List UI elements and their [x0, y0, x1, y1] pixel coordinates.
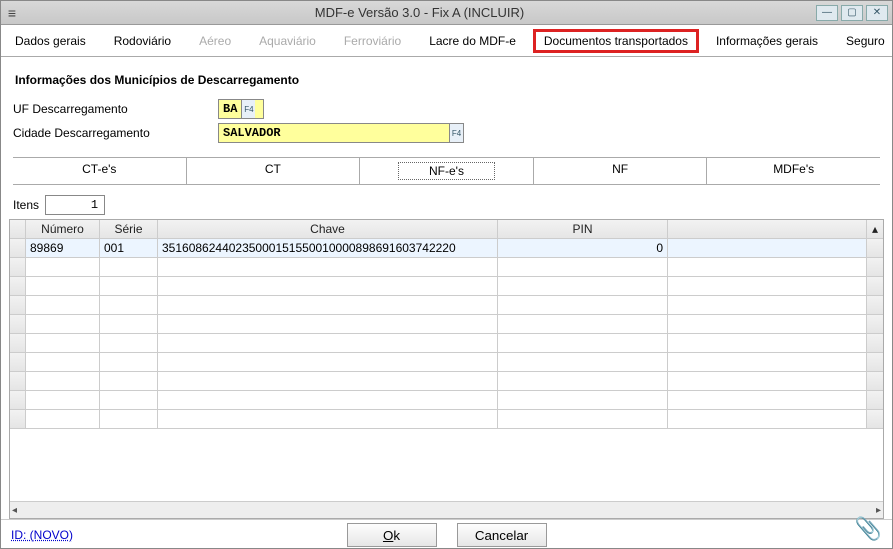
- cell-serie: 001: [100, 239, 158, 258]
- tab-documentos-transportados[interactable]: Documentos transportados: [533, 29, 699, 53]
- maximize-button[interactable]: ▢: [841, 5, 863, 21]
- scroll-right-icon[interactable]: ▸: [876, 505, 881, 516]
- titlebar: ≡ MDF-e Versão 3.0 - Fix A (INCLUIR) — ▢…: [1, 1, 892, 25]
- close-button[interactable]: ✕: [866, 5, 888, 21]
- tab-rodoviario[interactable]: Rodoviário: [103, 29, 182, 53]
- lookup-icon[interactable]: F4: [449, 124, 463, 142]
- tab-aereo: Aéreo: [188, 29, 242, 53]
- cancel-button[interactable]: Cancelar: [457, 523, 547, 547]
- grid: Número Série Chave PIN ▴ 89869 001 35160…: [9, 219, 884, 519]
- tab-ferroviario: Ferroviário: [333, 29, 412, 53]
- subtab-nfes[interactable]: NF-e's: [359, 158, 533, 184]
- col-blank: [668, 220, 867, 239]
- horizontal-scrollbar[interactable]: ◂ ▸: [10, 501, 883, 518]
- content-area: Informações dos Municípios de Descarrega…: [1, 57, 892, 189]
- tab-lacre[interactable]: Lacre do MDF-e: [418, 29, 527, 53]
- col-rowhead: [10, 220, 26, 239]
- lookup-icon[interactable]: F4: [241, 100, 255, 118]
- cell-numero: 89869: [26, 239, 100, 258]
- items-count[interactable]: 1: [45, 195, 105, 215]
- row-uf: UF Descarregamento BA F4: [13, 99, 880, 119]
- attachment-icon[interactable]: 📎: [855, 516, 882, 542]
- col-numero[interactable]: Número: [26, 220, 100, 239]
- cell-pin: 0: [498, 239, 668, 258]
- ok-button[interactable]: Ok: [347, 523, 437, 547]
- value-cidade: SALVADOR: [219, 126, 449, 140]
- menu-icon[interactable]: ≡: [1, 5, 23, 21]
- label-cidade: Cidade Descarregamento: [13, 126, 218, 140]
- scroll-up-icon[interactable]: ▴: [867, 220, 883, 239]
- minimize-button[interactable]: —: [816, 5, 838, 21]
- value-uf: BA: [219, 102, 241, 116]
- window-title: MDF-e Versão 3.0 - Fix A (INCLUIR): [23, 5, 816, 20]
- footer: ID: (NOVO) Ok Cancelar 📎: [1, 519, 892, 548]
- table-row[interactable]: 89869 001 351608624402350001515500100008…: [10, 239, 883, 258]
- field-uf[interactable]: BA F4: [218, 99, 264, 119]
- label-uf: UF Descarregamento: [13, 102, 218, 116]
- grid-body: 89869 001 351608624402350001515500100008…: [10, 239, 883, 501]
- window-buttons: — ▢ ✕: [816, 5, 892, 21]
- scroll-left-icon[interactable]: ◂: [12, 505, 17, 516]
- cell-chave: 3516086244023500015155001000089869160374…: [158, 239, 498, 258]
- tab-informacoes-gerais[interactable]: Informações gerais: [705, 29, 829, 53]
- col-serie[interactable]: Série: [100, 220, 158, 239]
- subtab-mdfes[interactable]: MDFe's: [706, 158, 880, 184]
- items-row: Itens 1: [1, 189, 892, 219]
- col-chave[interactable]: Chave: [158, 220, 498, 239]
- field-cidade[interactable]: SALVADOR F4: [218, 123, 464, 143]
- sub-tabs: CT-e's CT NF-e's NF MDFe's: [13, 157, 880, 185]
- main-tabs: Dados gerais Rodoviário Aéreo Aquaviário…: [1, 25, 892, 57]
- row-cidade: Cidade Descarregamento SALVADOR F4: [13, 123, 880, 143]
- subtab-ctes[interactable]: CT-e's: [13, 158, 186, 184]
- section-title: Informações dos Municípios de Descarrega…: [15, 73, 880, 87]
- items-label: Itens: [13, 198, 39, 212]
- id-link[interactable]: ID: (NOVO): [11, 528, 73, 542]
- col-pin[interactable]: PIN: [498, 220, 668, 239]
- subtab-nf[interactable]: NF: [533, 158, 707, 184]
- window: ≡ MDF-e Versão 3.0 - Fix A (INCLUIR) — ▢…: [0, 0, 893, 549]
- grid-header: Número Série Chave PIN ▴: [10, 220, 883, 239]
- tab-seguro[interactable]: Seguro: [835, 29, 893, 53]
- tab-aquaviario: Aquaviário: [248, 29, 327, 53]
- subtab-ct[interactable]: CT: [186, 158, 360, 184]
- tab-dados-gerais[interactable]: Dados gerais: [4, 29, 97, 53]
